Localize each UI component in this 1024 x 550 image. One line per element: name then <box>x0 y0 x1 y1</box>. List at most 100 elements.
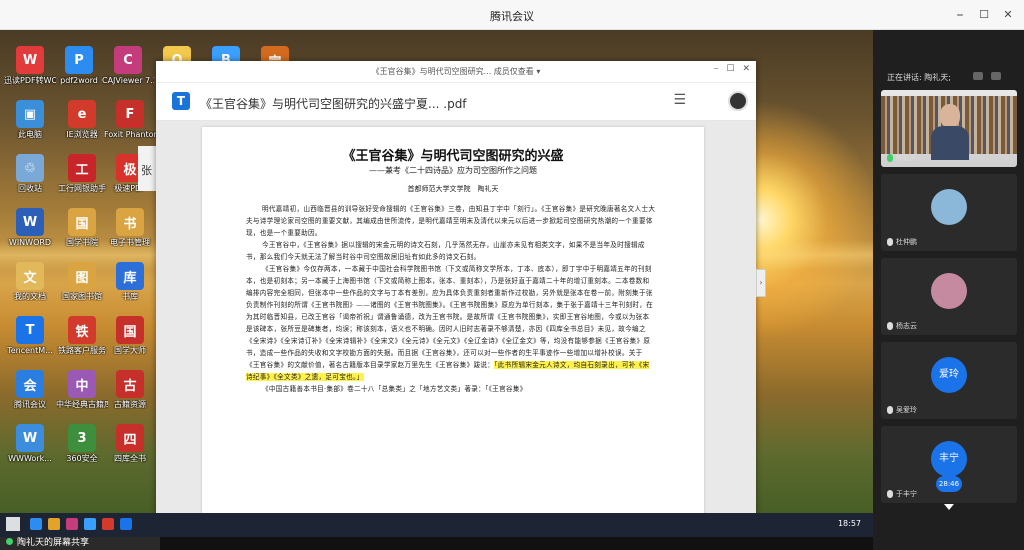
taskbar-app-icon[interactable] <box>30 518 42 530</box>
pdf-minimize-button[interactable]: ⎯ <box>714 64 719 74</box>
desktop-icon[interactable]: 书电子书管理 <box>104 208 156 247</box>
participant-tile[interactable]: 陶礼天 <box>881 90 1017 167</box>
desktop-icon-label: WINWORD <box>8 238 52 247</box>
participant-name: 吴爱玲 <box>887 405 917 415</box>
desktop-icon-label: 铁路客户服务 <box>58 346 106 355</box>
desktop-icon-label: 电子书管理 <box>110 238 150 247</box>
desktop-icon[interactable]: ♲ 回收站 <box>4 154 56 193</box>
desktop-icon[interactable]: 工工行网银助手 <box>56 154 108 193</box>
desktop-icon[interactable]: e IE浏览器 <box>56 100 108 139</box>
menu-icon[interactable]: ☰ <box>673 92 686 108</box>
desktop-icon-label: 回收站 <box>18 184 42 193</box>
desktop-icon-label: CAJViewer 7.2 <box>102 76 154 85</box>
desktop-icon[interactable]: 铁铁路客户服务 <box>56 316 108 355</box>
desktop-icon-label: 国学书院 <box>66 238 98 247</box>
desktop-icon[interactable]: F Foxit Phantom <box>104 100 156 139</box>
paragraph: 《中国古籍善本书目·集部》卷二十八「总集类」之「地方艺文类」著录：「《王官谷集》 <box>262 385 527 393</box>
desktop-icon[interactable]: 中中华经典古籍库 <box>56 370 108 409</box>
taskbar-clock: 18:57 <box>837 519 861 528</box>
desktop-icon-label: 古籍资源 <box>114 400 146 409</box>
desktop-icon[interactable]: 古古籍资源 <box>104 370 156 409</box>
participant-tile[interactable]: 杜仲鹏 <box>881 174 1017 251</box>
app-icon: 工 <box>68 154 96 182</box>
desktop-icon[interactable]: W 迅读PDF转WORD <box>4 46 56 85</box>
desktop-icon[interactable]: 国国学大师 <box>104 316 156 355</box>
desktop-icon[interactable]: C CAJViewer 7.2 <box>102 46 154 85</box>
pdf-maximize-button[interactable]: ☐ <box>726 64 734 74</box>
desktop-icon-label: 腾讯会议 <box>14 400 46 409</box>
window-controls: ⎯ ☐ ✕ <box>950 5 1018 25</box>
taskbar: 18:57 <box>0 513 873 537</box>
app-icon: 古 <box>116 370 144 398</box>
user-avatar[interactable] <box>728 91 748 111</box>
app-icon: 库 <box>116 262 144 290</box>
desktop-icon-label: 书库 <box>122 292 138 301</box>
app-logo-icon: T <box>172 92 190 110</box>
pdf-toolbar: T 《王官谷集》与明代司空图研究的兴盛宁夏... .pdf ☰ <box>156 83 756 121</box>
participant-panel: 正在讲话: 陶礼天; 陶礼天 杜仲鹏 杨志云 爱玲 吴爱玲 丰宁 于丰宁 28:… <box>873 30 1024 550</box>
desktop-icon[interactable]: Ppdf2word <box>53 46 105 85</box>
desktop-icon[interactable]: T TencentM... <box>4 316 56 355</box>
participant-name: 陶礼天 <box>887 153 917 163</box>
app-icon: 会 <box>16 370 44 398</box>
grid-icon[interactable] <box>991 72 1001 80</box>
desktop-icon[interactable]: 文我的文档 <box>4 262 56 301</box>
app-icon: ▣ <box>16 100 44 128</box>
paragraph: 明代嘉靖初，山西临晋县的训导张好受命搜辑的《王官谷集》三卷，由知县丁宇中「刻行」… <box>246 205 656 237</box>
participant-tile[interactable]: 杨志云 <box>881 258 1017 335</box>
shared-screen: W迅读PDF转WORDPpdf2wordCCAJViewer 7.2Q腾讯QQB… <box>0 30 873 537</box>
bottom-strip <box>160 537 873 550</box>
desktop-icon[interactable]: W WINWORD <box>4 208 56 247</box>
desktop-icon[interactable]: W WWWork... <box>4 424 56 463</box>
desktop-icon-label: WWWork... <box>8 454 52 463</box>
desktop-icon-label: 四库全书 <box>114 454 146 463</box>
mic-muted-icon <box>887 490 893 498</box>
pdf-page-area[interactable]: 《王官谷集》与明代司空图研究的兴盛 ——兼考《二十四诗品》应为司空图所作之问题 … <box>156 121 756 537</box>
pdf-doc-title: 《王官谷集》与明代司空图研究的兴盛宁夏... .pdf <box>200 97 467 111</box>
taskbar-app-icon[interactable] <box>48 518 60 530</box>
scroll-down-icon[interactable] <box>944 504 954 510</box>
article-body: 明代嘉靖初，山西临晋县的训导张好受命搜辑的《王官谷集》三卷，由知县丁宇中「刻行」… <box>246 203 656 395</box>
taskbar-app-icon[interactable] <box>120 518 132 530</box>
pdf-window-titlebar: 《王官谷集》与明代司空图研究... 成员仅查看 ▾ ⎯ ☐ ✕ <box>156 61 756 83</box>
desktop-icon[interactable]: 四四库全书 <box>104 424 156 463</box>
start-icon[interactable] <box>6 517 20 531</box>
desktop-icon[interactable]: 会腾讯会议 <box>4 370 56 409</box>
desktop-icon[interactable]: ▣ 此电脑 <box>4 100 56 139</box>
video-person <box>931 104 969 160</box>
app-icon: 国 <box>68 208 96 236</box>
mic-icon <box>887 154 893 162</box>
desktop-icon[interactable]: 库书库 <box>104 262 156 301</box>
close-button[interactable]: ✕ <box>998 5 1018 25</box>
taskbar-app-icon[interactable] <box>102 518 114 530</box>
layout-icon[interactable] <box>973 72 983 80</box>
app-icon: 图 <box>68 262 96 290</box>
side-collapse-handle[interactable]: › <box>756 269 766 297</box>
desktop-icon-label: 国家图书馆 <box>62 292 102 301</box>
paragraph: 今王官谷中，《王官谷集》据以搜辑的宋金元明的诗文石刻，几乎荡然无存，山崖亦未见有… <box>246 241 645 261</box>
desktop-icon[interactable]: 3 360安全 <box>56 424 108 463</box>
taskbar-app-icon[interactable] <box>66 518 78 530</box>
participant-name: 于丰宁 <box>887 489 917 499</box>
participant-avatar <box>931 188 967 225</box>
desktop-icon-label: 工行网银助手 <box>58 184 106 193</box>
app-icon: e <box>68 100 96 128</box>
participant-initials: 爱玲 <box>931 356 967 393</box>
article-subtitle: ——兼考《二十四诗品》应为司空图所作之问题 <box>369 166 537 175</box>
maximize-button[interactable]: ☐ <box>974 5 994 25</box>
paragraph: 《王官谷集》今仅存两本，一本藏于中国社会科学院图书馆（下文或简称文学所本，丁本、… <box>246 263 656 383</box>
participant-tile[interactable]: 爱玲 吴爱玲 <box>881 342 1017 419</box>
article-author: 首都师范大学文学院 陶礼天 <box>407 185 499 193</box>
participant-name: 杨志云 <box>887 321 917 331</box>
minimize-button[interactable]: ⎯ <box>950 5 970 25</box>
app-icon: 国 <box>116 316 144 344</box>
desktop-icon[interactable]: 国国学书院 <box>56 208 108 247</box>
desktop-icon-label: 国学大师 <box>114 346 146 355</box>
pdf-close-button[interactable]: ✕ <box>742 64 750 74</box>
speaking-indicator: 正在讲话: 陶礼天; <box>887 73 951 82</box>
taskbar-app-icon[interactable] <box>84 518 96 530</box>
app-icon: P <box>65 46 93 74</box>
app-icon: 四 <box>116 424 144 452</box>
desktop-icon[interactable]: 图国家图书馆 <box>56 262 108 301</box>
meeting-timer: 28:46 <box>936 476 962 492</box>
